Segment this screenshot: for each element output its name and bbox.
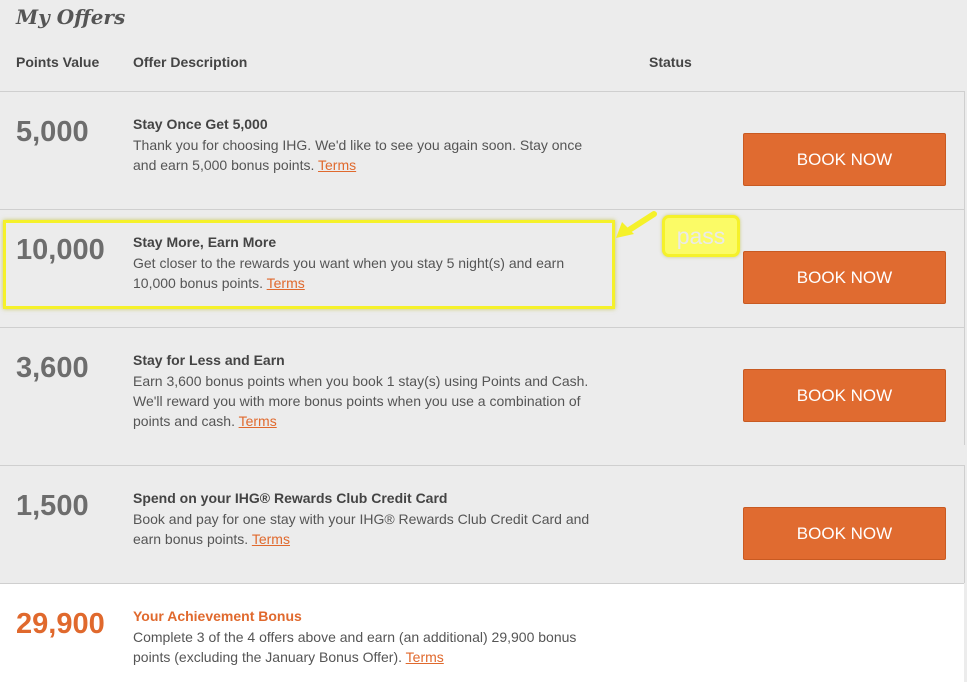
offer-body-text: Book and pay for one stay with your IHG®… xyxy=(133,511,590,547)
offer-body: Book and pay for one stay with your IHG®… xyxy=(133,509,603,549)
bonus-body-text: Complete 3 of the 4 offers above and ear… xyxy=(133,629,577,665)
offer-body: Thank you for choosing IHG. We'd like to… xyxy=(133,135,603,175)
book-now-button[interactable]: BOOK NOW xyxy=(743,369,946,422)
offer-row: 10,000 Stay More, Earn More Get closer t… xyxy=(0,209,965,327)
achievement-bonus-row: 29,900 Your Achievement Bonus Complete 3… xyxy=(0,583,964,682)
offer-description: Stay Once Get 5,000 Thank you for choosi… xyxy=(133,116,603,175)
offer-title: Stay for Less and Earn xyxy=(133,352,285,368)
header-status: Status xyxy=(649,54,692,70)
offer-description: Stay for Less and Earn Earn 3,600 bonus … xyxy=(133,352,603,431)
bonus-title: Your Achievement Bonus xyxy=(133,608,302,624)
arrow-icon xyxy=(616,211,657,238)
bonus-points: 29,900 xyxy=(16,608,105,640)
page-title: My Offers xyxy=(16,5,126,29)
offer-description: Stay More, Earn More Get closer to the r… xyxy=(133,234,603,293)
offer-body-text: Earn 3,600 bonus points when you book 1 … xyxy=(133,373,589,429)
terms-link[interactable]: Terms xyxy=(267,275,305,291)
offer-body-text: Thank you for choosing IHG. We'd like to… xyxy=(133,137,583,173)
book-now-button[interactable]: BOOK NOW xyxy=(743,507,946,560)
offer-body: Earn 3,600 bonus points when you book 1 … xyxy=(133,371,603,431)
offer-title: Spend on your IHG® Rewards Club Credit C… xyxy=(133,490,448,506)
offer-row: 3,600 Stay for Less and Earn Earn 3,600 … xyxy=(0,327,965,445)
book-now-button[interactable]: BOOK NOW xyxy=(743,133,946,186)
offer-title: Stay Once Get 5,000 xyxy=(133,116,268,132)
offer-points: 10,000 xyxy=(16,234,105,266)
offer-description: Spend on your IHG® Rewards Club Credit C… xyxy=(133,490,603,549)
terms-link[interactable]: Terms xyxy=(406,649,444,665)
terms-link[interactable]: Terms xyxy=(318,157,356,173)
offer-title: Stay More, Earn More xyxy=(133,234,277,250)
offer-row: 1,500 Spend on your IHG® Rewards Club Cr… xyxy=(0,465,965,583)
book-now-button[interactable]: BOOK NOW xyxy=(743,251,946,304)
pass-annotation-label: pass xyxy=(662,215,740,257)
offer-points: 5,000 xyxy=(16,116,89,148)
offer-points: 3,600 xyxy=(16,352,89,384)
header-points-value: Points Value xyxy=(16,54,100,70)
terms-link[interactable]: Terms xyxy=(239,413,277,429)
offer-row: 5,000 Stay Once Get 5,000 Thank you for … xyxy=(0,91,965,209)
bonus-body: Complete 3 of the 4 offers above and ear… xyxy=(133,627,603,667)
bonus-description: Your Achievement Bonus Complete 3 of the… xyxy=(133,608,603,667)
terms-link[interactable]: Terms xyxy=(252,531,290,547)
offer-body: Get closer to the rewards you want when … xyxy=(133,253,603,293)
table-header: Points Value Offer Description Status xyxy=(0,50,967,90)
offer-points: 1,500 xyxy=(16,490,89,522)
offer-body-text: Get closer to the rewards you want when … xyxy=(133,255,565,291)
header-offer-description: Offer Description xyxy=(133,54,248,70)
